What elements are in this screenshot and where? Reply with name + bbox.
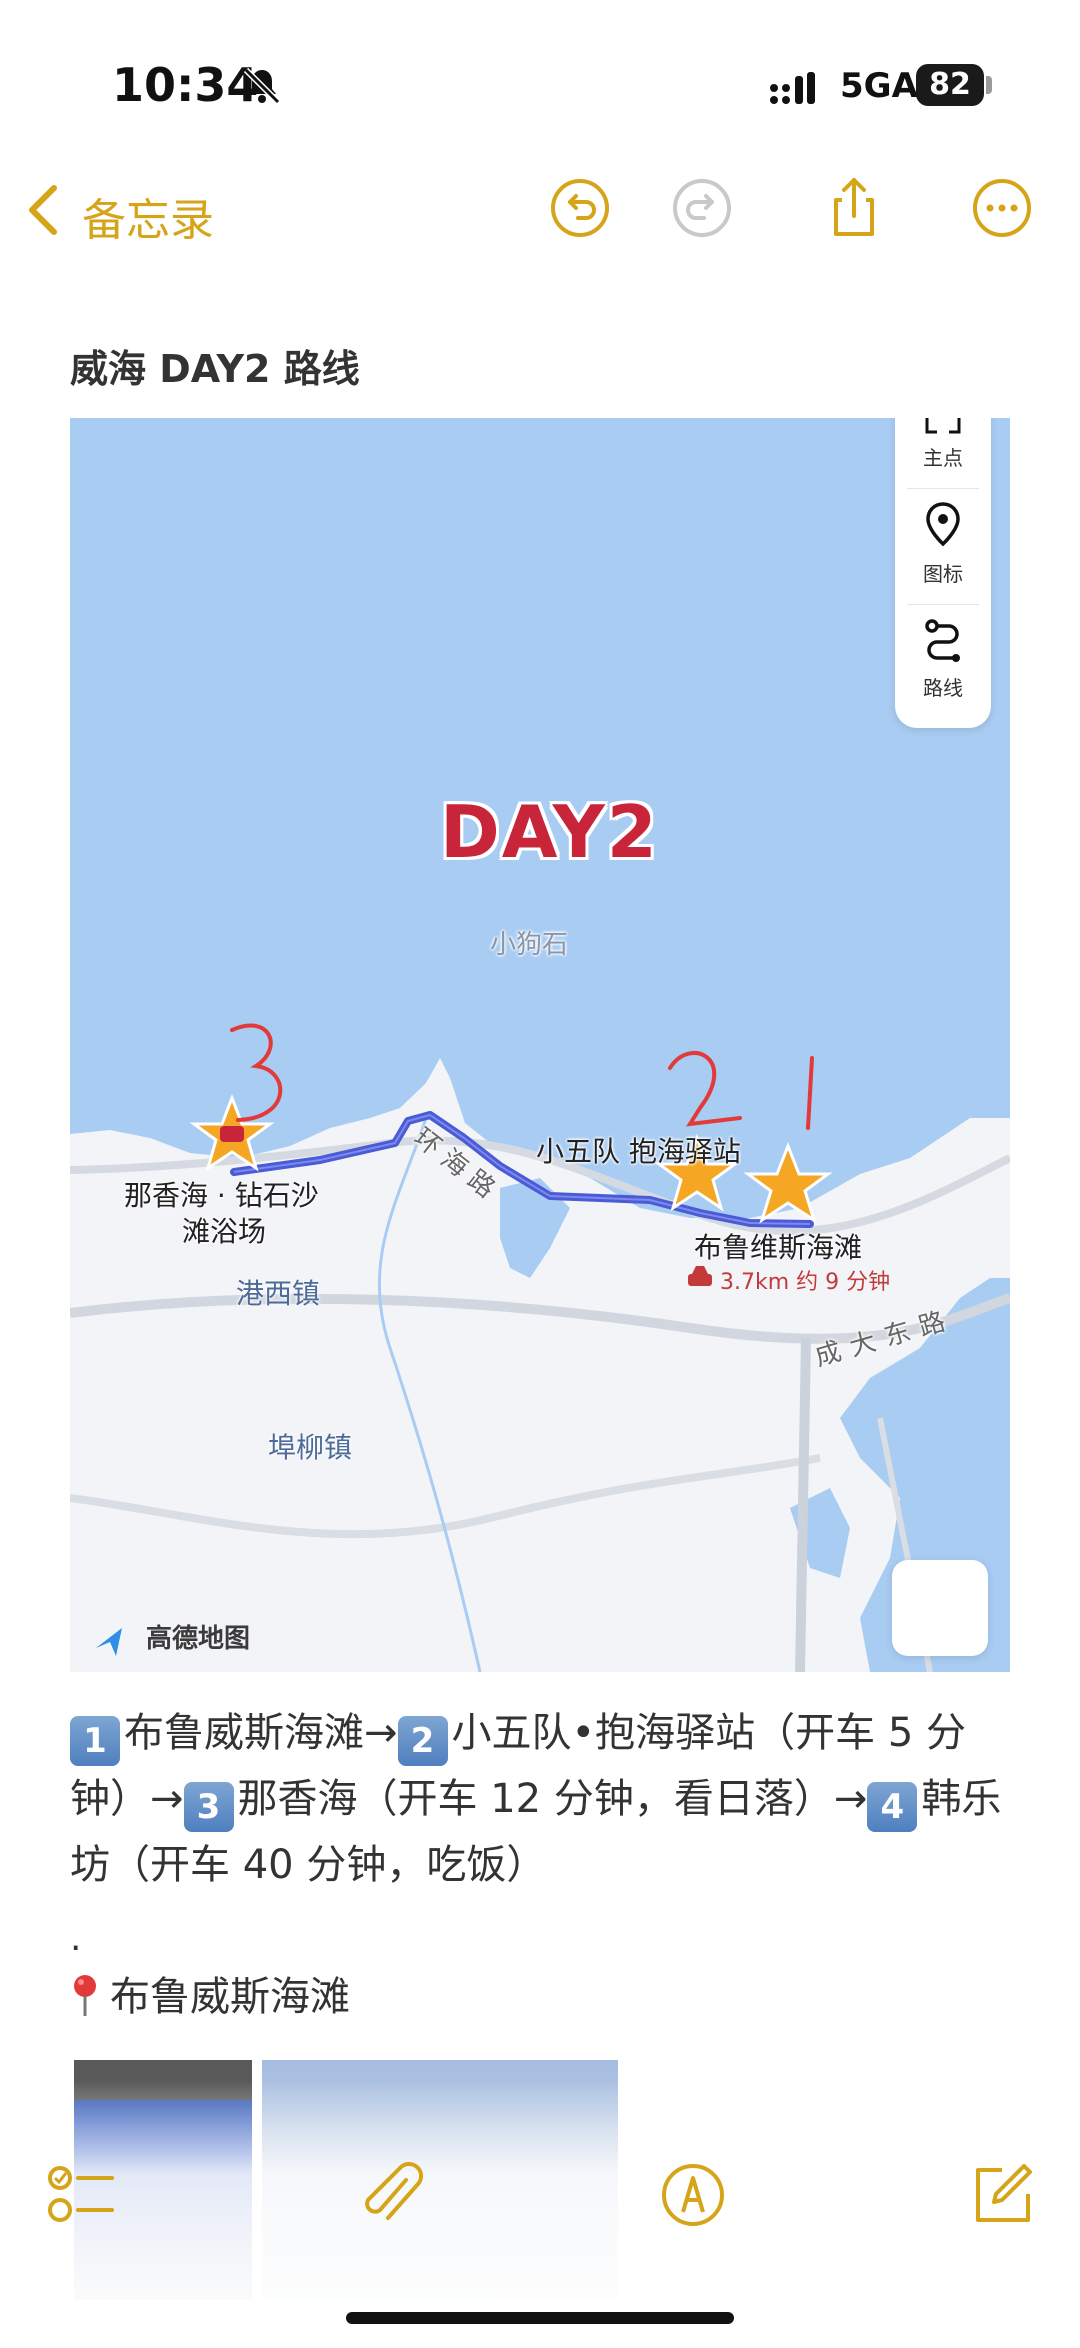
pin-icon[interactable] — [923, 500, 963, 548]
more-icon[interactable] — [970, 176, 1034, 240]
toolbar-fade — [0, 2080, 1080, 2348]
back-button[interactable]: 备忘录 — [82, 184, 214, 248]
day-label: DAY2 — [440, 790, 659, 874]
paperclip-icon[interactable] — [356, 2160, 426, 2230]
panel-label-route[interactable]: 路线 — [895, 672, 991, 701]
separator-dot: . — [70, 1918, 82, 1959]
panel-divider — [907, 604, 979, 605]
river-line — [377, 1117, 482, 1672]
map-provider-label: 高德地图 — [146, 1624, 251, 1654]
stop2-label: 小五队 抱海驿站 — [536, 1135, 741, 1168]
keycap-1: 1 — [70, 1716, 120, 1766]
status-time: 10:34 — [112, 58, 259, 112]
map-canvas — [70, 418, 1010, 1672]
compose-icon[interactable] — [966, 2160, 1036, 2230]
town-label-fuliu: 埠柳镇 — [268, 1431, 353, 1464]
undo-icon[interactable] — [548, 176, 612, 240]
note-title[interactable]: 威海 DAY2 路线 — [70, 338, 360, 393]
stop3-label-line2: 滩浴场 — [182, 1215, 267, 1248]
route-info-label: 3.7km 约 9 分钟 — [720, 1270, 891, 1295]
stop3-label-line1: 那香海 · 钻石沙 — [124, 1179, 319, 1212]
battery-tip — [986, 76, 992, 94]
signal-icon — [770, 72, 815, 104]
route-description[interactable]: 1 布鲁威斯海滩→ 2 小五队•抱海驿站（开车 5 分钟）→ 3 那香海（开车 12 分钟… — [70, 1700, 1020, 1898]
keycap-4: 4 — [867, 1782, 918, 1832]
keycap-2: 2 — [397, 1716, 448, 1766]
panel-label-icon[interactable]: 图标 — [895, 558, 991, 587]
road-gray-3 — [795, 1337, 811, 1672]
town-label-gangxi: 港西镇 — [236, 1277, 321, 1310]
amap-logo-icon — [96, 1628, 122, 1656]
place-label-xiaogoushi: 小狗石 — [490, 930, 569, 960]
location-heading-text: 布鲁威斯海滩 — [110, 1974, 350, 2020]
checklist-icon[interactable] — [46, 2160, 116, 2230]
share-icon[interactable] — [822, 176, 886, 240]
route-step-3: 那香海（开车 12 分钟，看日落）→ — [237, 1776, 868, 1822]
stop1-label: 布鲁维斯海滩 — [694, 1231, 863, 1264]
battery-icon: 82 — [916, 64, 984, 106]
route-icon[interactable] — [923, 618, 963, 664]
chevron-left-icon[interactable] — [22, 180, 62, 240]
redo-icon[interactable] — [670, 176, 734, 240]
panel-divider — [907, 488, 979, 489]
round-pushpin-icon — [74, 1975, 96, 2016]
locate-button[interactable] — [892, 1560, 988, 1656]
route-step-1: 布鲁威斯海滩→ — [124, 1710, 398, 1756]
panel-label-main[interactable]: 主点 — [895, 442, 991, 471]
home-indicator[interactable] — [346, 2312, 734, 2324]
location-heading[interactable]: 布鲁威斯海滩 — [70, 1964, 350, 2022]
main-point-icon[interactable] — [925, 418, 961, 436]
keycap-3: 3 — [183, 1782, 234, 1832]
map-image[interactable]: 主点 图标 路线 DAY2 小狗石 环海路 小五队 抱海驿站 那香海 · 钻石沙… — [70, 418, 1010, 1672]
bell-slash-icon — [243, 67, 281, 105]
road-gray-2 — [70, 1454, 821, 1539]
map-tool-panel: 主点 图标 路线 — [895, 418, 991, 728]
car-icon — [688, 1266, 712, 1286]
network-label: 5GA — [840, 66, 918, 106]
markup-pen-icon[interactable] — [658, 2160, 728, 2230]
